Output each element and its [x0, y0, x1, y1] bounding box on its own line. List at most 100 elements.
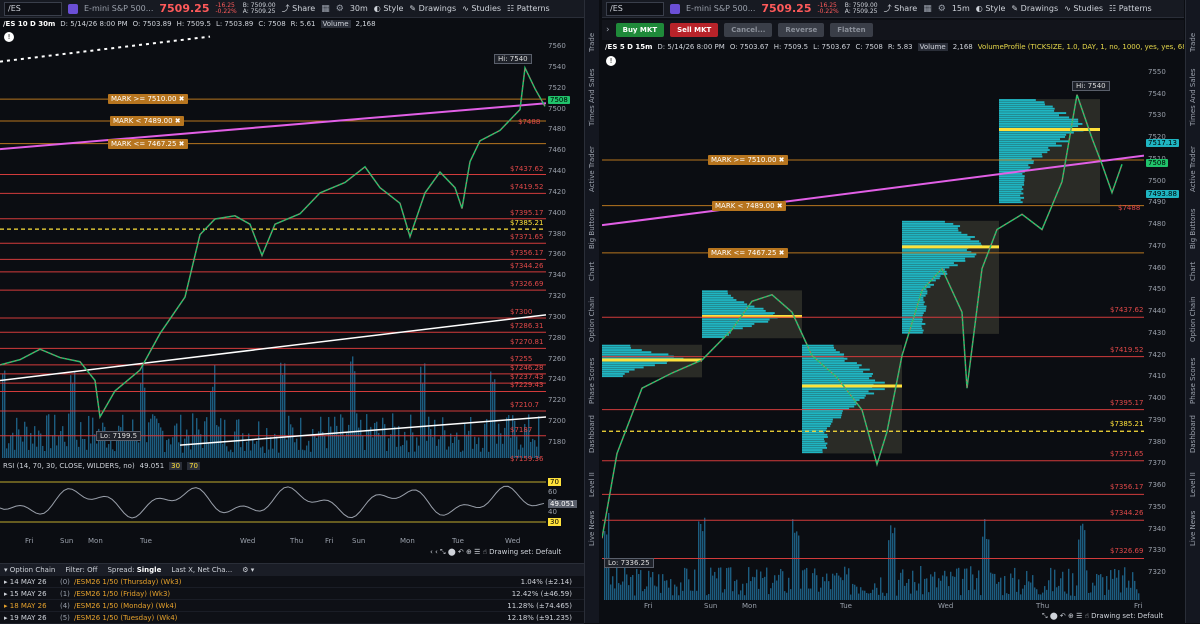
side-tab[interactable]: Times And Sales [1189, 68, 1197, 126]
share-button[interactable]: ⤴ Share [884, 3, 918, 14]
side-tab[interactable]: Trade [1189, 32, 1197, 51]
drawings-button[interactable]: ✎ Drawings [409, 4, 456, 13]
volume-bar [1022, 588, 1024, 600]
volume-bar [636, 569, 638, 600]
price-axis-label: 7180 [548, 438, 566, 446]
price-axis-label: 7480 [548, 125, 566, 134]
price-axis-label: 7450 [1148, 285, 1166, 294]
volume-bar [222, 443, 224, 458]
profile-bar [902, 301, 925, 304]
mark-order-label[interactable]: MARK <= 7467.25 ✖ [108, 138, 188, 149]
link-icon[interactable] [670, 3, 680, 14]
volume-bar [70, 375, 72, 458]
side-tab[interactable]: Chart [588, 261, 596, 280]
side-tab[interactable]: Live News [588, 510, 596, 545]
mark-order-label[interactable]: MARK < 7489.00 ✖ [110, 115, 184, 126]
settings-icon[interactable]: ⚙ [938, 4, 946, 14]
price-axis-label: 7540 [1148, 89, 1166, 98]
grid-icon[interactable]: ▦ [923, 4, 932, 14]
oc-spread-val: Single [136, 566, 162, 574]
volume-bar [692, 590, 694, 600]
cancel-button[interactable]: Cancel... [724, 23, 773, 37]
side-tab[interactable]: Active Trader [1189, 146, 1197, 192]
patterns-label: Patterns [516, 4, 550, 13]
flatten-button[interactable]: Flatten [830, 23, 873, 37]
symbol-input[interactable]: /ES [4, 1, 62, 16]
option-chain-row[interactable]: ▸ 18 MAY 26 (4) /ESM26 1/50 (Monday) (Wk4)… [0, 600, 584, 612]
mark-order-label[interactable]: MARK < 7489.00 ✖ [712, 200, 786, 211]
rsi-chart[interactable] [0, 470, 546, 532]
mark-order-label[interactable]: MARK >= 7510.00 ✖ [108, 94, 188, 105]
side-tab[interactable]: Phase Scores [588, 358, 596, 404]
right-price-chart[interactable] [602, 54, 1144, 600]
volume-bar [708, 593, 710, 600]
rsi-value-tag: 49.051 [548, 500, 577, 508]
sell-mkt-button[interactable]: Sell MKT [670, 23, 719, 37]
interval-button[interactable]: 30m [350, 4, 368, 13]
volume-bar [830, 589, 832, 600]
oc-settings-icon[interactable]: ⚙ ▾ [242, 566, 254, 574]
oc-filter[interactable]: Filter: Off [65, 566, 97, 574]
style-button[interactable]: ◐ Style [976, 4, 1006, 13]
mark-order-label[interactable]: MARK >= 7510.00 ✖ [708, 154, 788, 165]
volume-bar [718, 567, 720, 600]
volume-bar [866, 593, 868, 600]
link-icon[interactable] [68, 3, 78, 14]
reverse-button[interactable]: Reverse [778, 23, 825, 37]
side-tab[interactable]: Live News [1189, 510, 1197, 545]
price-tag-red: $7488 [518, 118, 541, 127]
profile-bar [702, 320, 769, 323]
volume-bar [1050, 567, 1052, 600]
volume-bar [1028, 581, 1030, 600]
settings-icon[interactable]: ⚙ [336, 4, 344, 14]
right-chart-controls[interactable]: ⤡ ⬤ ↶ ⊕ ☰ ☝ Drawing set: Default [1042, 612, 1163, 621]
volume-bar [996, 583, 998, 600]
volume-bar [710, 567, 712, 600]
side-tab[interactable]: Big Buttons [588, 209, 596, 250]
side-tab[interactable]: Option Chain [588, 297, 596, 343]
style-button[interactable]: ◐ Style [374, 4, 404, 13]
patterns-button[interactable]: ☷ Patterns [1109, 4, 1152, 13]
buy-mkt-button[interactable]: Buy MKT [615, 23, 665, 37]
grid-icon[interactable]: ▦ [321, 4, 330, 14]
studies-button[interactable]: ∿ Studies [1064, 4, 1103, 13]
side-tab[interactable]: Level II [1189, 472, 1197, 497]
chevron-right-icon[interactable]: › [606, 25, 610, 35]
side-tab[interactable]: Option Chain [1189, 297, 1197, 343]
left-chart-controls[interactable]: ‹ ‹ ⤡ ⬤ ↶ ⊕ ☰ ☝ Drawing set: Default [430, 548, 561, 557]
volume-bar [642, 591, 644, 600]
volume-bar [236, 419, 238, 458]
side-tab[interactable]: Times And Sales [588, 68, 596, 126]
side-tab[interactable]: Big Buttons [1189, 209, 1197, 250]
studies-button[interactable]: ∿ Studies [462, 4, 501, 13]
volume-bar [684, 567, 686, 600]
symbol-input[interactable]: /ES [606, 1, 664, 16]
option-chain-title[interactable]: ▾ Option Chain [4, 566, 55, 574]
left-price-chart[interactable] [0, 30, 546, 458]
side-tab[interactable]: Dashboard [1189, 415, 1197, 453]
profile-bar [902, 262, 954, 265]
mark-order-label[interactable]: MARK <= 7467.25 ✖ [708, 247, 788, 258]
level-label: $7419.52 [1110, 345, 1144, 354]
share-button[interactable]: ⤴ Share [282, 3, 316, 14]
side-tab[interactable]: Phase Scores [1189, 358, 1197, 404]
side-tab[interactable]: Trade [588, 32, 596, 51]
side-tab[interactable]: Chart [1189, 261, 1197, 280]
white-trendline [0, 314, 546, 382]
option-chain-row[interactable]: ▸ 14 MAY 26 (0) /ESM26 1/50 (Thursday) (Wk… [0, 576, 584, 588]
price-axis-label: 7440 [1148, 307, 1166, 316]
patterns-button[interactable]: ☷ Patterns [507, 4, 550, 13]
interval-button[interactable]: 15m [952, 4, 970, 13]
option-chain-row[interactable]: ▸ 19 MAY 26 (5) /ESM26 1/50 (Tuesday) (Wk4… [0, 612, 584, 624]
volume-bar [808, 588, 810, 600]
oc-spread[interactable]: Spread: Single [107, 566, 161, 574]
oc-layout[interactable]: Last X, Net Cha... [171, 566, 232, 574]
volume-bar [458, 439, 460, 458]
side-tab[interactable]: Active Trader [588, 146, 596, 192]
side-tab[interactable]: Dashboard [588, 415, 596, 453]
option-chain-row[interactable]: ▸ 15 MAY 26 (1) /ESM26 1/50 (Friday) (Wk3)… [0, 588, 584, 600]
side-tab[interactable]: Level II [588, 472, 596, 497]
volume-bar [994, 573, 996, 600]
profile-bar [902, 314, 923, 317]
drawings-button[interactable]: ✎ Drawings [1011, 4, 1058, 13]
